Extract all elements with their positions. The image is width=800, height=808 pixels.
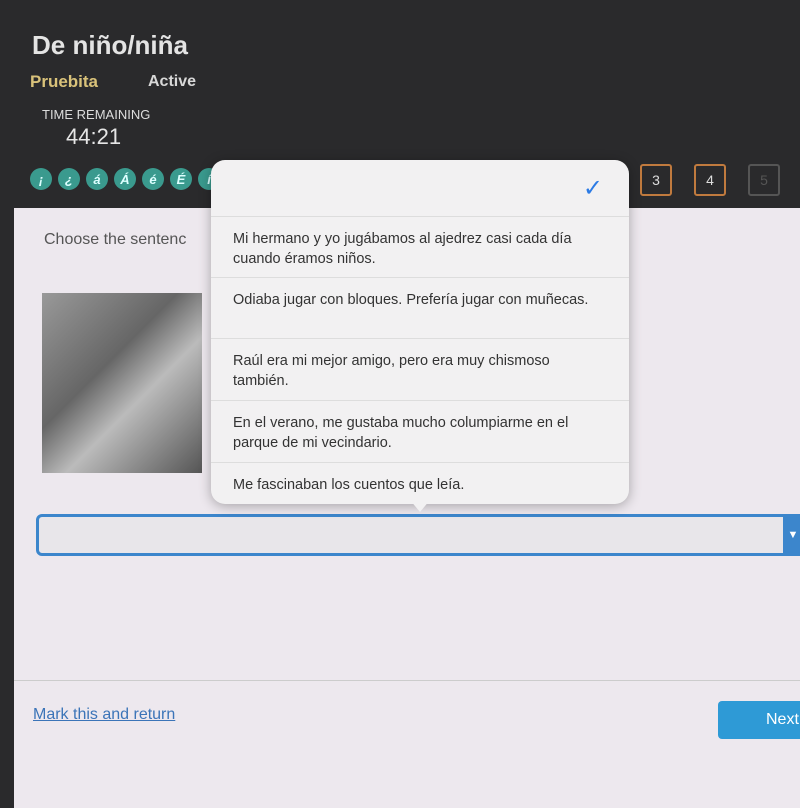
question-3-button[interactable]: 3	[640, 164, 672, 196]
mark-and-return-link[interactable]: Mark this and return	[33, 706, 175, 724]
timer: 44:21	[66, 124, 122, 149]
next-button[interactable]: Next	[718, 701, 800, 739]
accent-button[interactable]: ¿	[58, 168, 80, 190]
popover-caret	[410, 500, 430, 512]
checkmark-icon: ✓	[582, 175, 603, 202]
course-name: Pruebita	[30, 72, 99, 91]
question-4-button[interactable]: 4	[694, 164, 726, 196]
dropdown-popover: ✓ Mi hermano y yo jugábamos al ajedrez c…	[211, 160, 629, 504]
dropdown-option[interactable]: Raúl era mi mejor amigo, pero era muy ch…	[211, 338, 629, 403]
accent-button[interactable]: Á	[114, 168, 136, 190]
chevron-down-icon[interactable]: ▼	[783, 517, 800, 553]
time-remaining-label: TIME REMAINING	[42, 107, 151, 122]
answer-select[interactable]: ▼	[36, 514, 800, 556]
question-image	[42, 293, 202, 473]
dropdown-option[interactable]: Mi hermano y yo jugábamos al ajedrez cas…	[211, 216, 629, 281]
dropdown-option[interactable]: Me fascinaban los cuentos que leía.	[211, 462, 629, 504]
dropdown-option[interactable]: Odiaba jugar con bloques. Prefería jugar…	[211, 277, 629, 322]
dropdown-option[interactable]: En el verano, me gustaba mucho columpiar…	[211, 400, 629, 465]
accent-button[interactable]: á	[86, 168, 108, 190]
divider	[14, 680, 800, 681]
question-prompt: Choose the sentenc	[44, 231, 187, 248]
quiz-title: De niño/niña	[32, 30, 188, 60]
accent-button[interactable]: ¡	[30, 168, 52, 190]
status-label: Active	[148, 73, 197, 90]
accent-button[interactable]: É	[170, 168, 192, 190]
accent-toolbar: ¡ ¿ á Á é É í	[30, 168, 220, 190]
question-5-button[interactable]: 5	[748, 164, 780, 196]
accent-button[interactable]: é	[142, 168, 164, 190]
